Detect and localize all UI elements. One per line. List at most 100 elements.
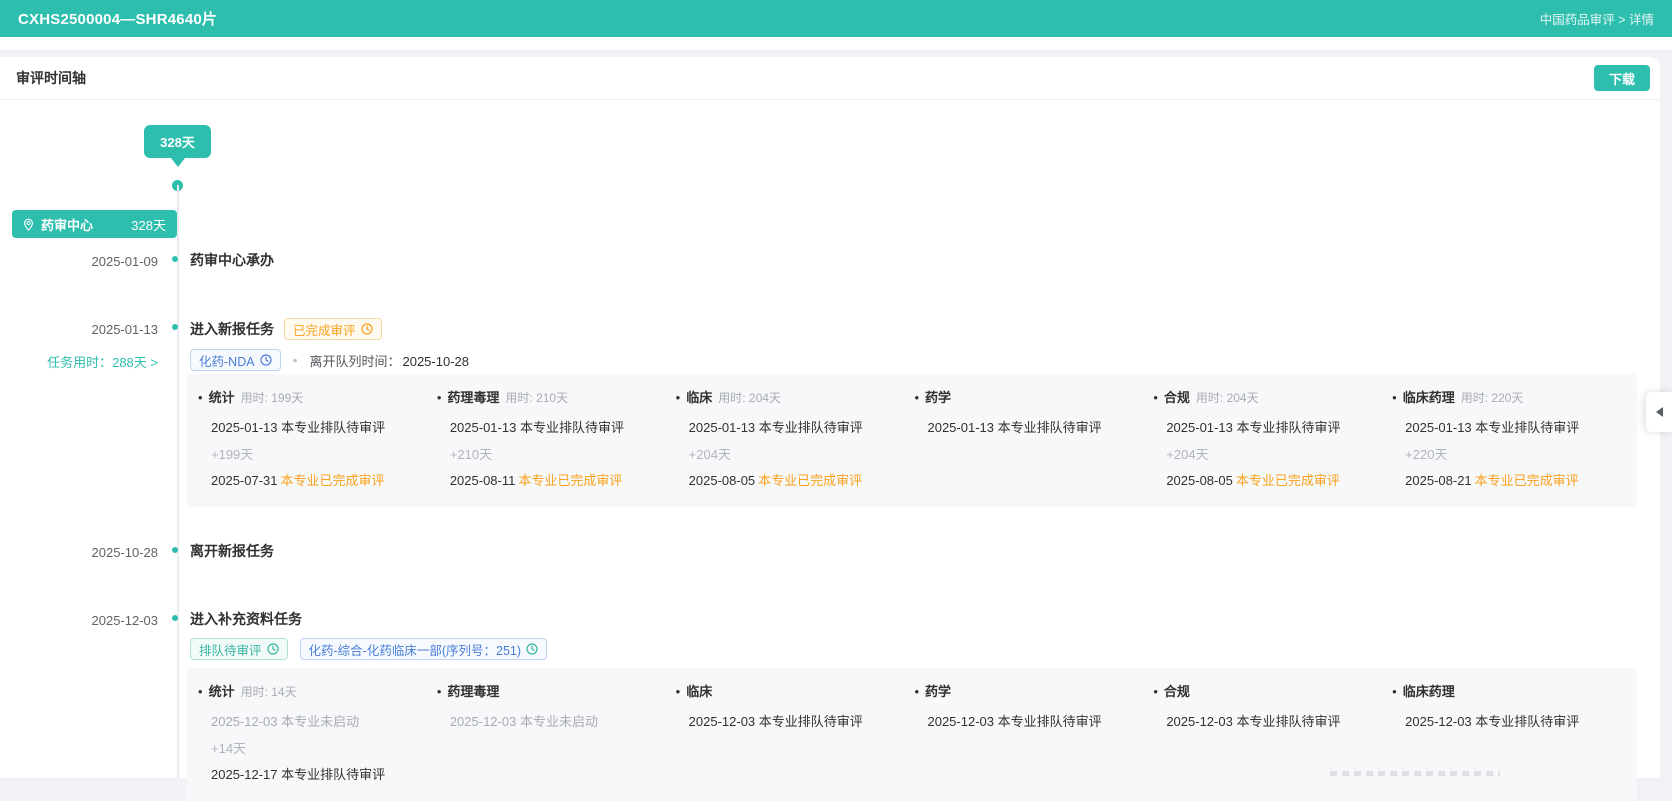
specialty-status: 2025-12-03 本专业排队待审评 [676,711,905,730]
specialty-header: 临床药理用时: 220天 [1392,387,1621,406]
location-pin-icon [23,218,34,231]
specialty-duration: 用时: 204天 [1196,389,1259,406]
specialty-header: 临床药理 [1392,681,1621,700]
specialty-column: 药理毒理用时: 210天 2025-01-13 本专业排队待审评 +210天 2… [437,387,676,497]
specialty-column: 药学 2025-12-03 本专业排队待审评 [914,681,1153,791]
department-tag-badge[interactable]: 化药-综合-化药临床一部(序列号：251) [300,638,548,660]
event-date: 2025-01-09 [0,254,158,269]
specialty-name: 合规 [1164,387,1190,406]
specialty-column: 临床用时: 204天 2025-01-13 本专业排队待审评 +204天 202… [676,387,915,497]
review-center-days: 328天 [131,215,166,234]
review-center-name: 药审中心 [41,215,93,234]
top-header-bar: CXHS2500004—SHR4640片 中国药品审评 > 详情 [0,0,1672,37]
panel-title: 审评时间轴 [16,68,86,88]
clock-icon [267,643,279,655]
download-button[interactable]: 下载 [1594,65,1650,91]
specialty-grid: 统计用时: 14天 2025-12-03 本专业未启动 +14天 2025-12… [186,668,1637,801]
leave-queue-time: 离开队列时间：2025-10-28 [309,351,469,370]
status-badge-completed[interactable]: 已完成审评 [284,318,382,340]
breadcrumb[interactable]: 中国药品审评 > 详情 [1540,9,1654,28]
specialty-status-done: 2025-07-31本专业已完成审评 [198,470,427,489]
event-node-icon [172,256,178,262]
specialty-column: 药学 2025-01-13 本专业排队待审评 [914,387,1153,497]
event-node-icon [172,615,178,621]
specialty-header: 合规用时: 204天 [1153,387,1382,406]
queue-status-badge[interactable]: 排队待审评 [190,638,288,660]
collapse-panel-tab[interactable] [1646,392,1672,432]
specialty-column: 临床 2025-12-03 本专业排队待审评 [676,681,915,791]
panel-toolbar: 审评时间轴 下载 [0,57,1660,100]
specialty-duration: 用时: 204天 [718,389,781,406]
specialty-status: 2025-12-17 本专业排队待审评 [198,764,427,783]
specialty-status-done: 2025-08-21本专业已完成审评 [1392,470,1621,489]
specialty-name: 药学 [925,681,951,700]
specialty-status: 2025-01-13 本专业排队待审评 [676,417,905,436]
event-tags-row: 排队待审评 化药-综合-化药临床一部(序列号：251) [190,638,547,660]
specialty-name: 药理毒理 [447,387,499,406]
dot-separator-icon [293,352,298,368]
timeline-line [177,185,179,778]
specialty-column: 临床药理用时: 220天 2025-01-13 本专业排队待审评 +220天 2… [1392,387,1631,497]
specialty-status: 2025-01-13 本专业排队待审评 [1153,417,1382,436]
specialty-name: 临床 [686,387,712,406]
clock-icon [260,354,272,366]
specialty-delta-days: +204天 [676,444,905,463]
specialty-status: 2025-01-13 本专业排队待审评 [198,417,427,436]
specialty-header: 临床用时: 204天 [676,387,905,406]
review-center-badge: 药审中心 328天 [12,210,177,238]
specialty-header: 药理毒理用时: 210天 [437,387,666,406]
specialty-delta-days: +210天 [437,444,666,463]
specialty-header: 药学 [914,387,1143,406]
specialty-status: 2025-01-13 本专业排队待审评 [1392,417,1621,436]
specialty-status: 2025-12-03 本专业排队待审评 [1153,711,1382,730]
specialty-header: 临床 [676,681,905,700]
specialty-status: 2025-01-13 本专业排队待审评 [437,417,666,436]
event-title: 进入补充资料任务 [190,609,302,629]
specialty-duration: 用时: 14天 [241,683,297,700]
specialty-status: 2025-12-03 本专业未启动 [198,711,427,730]
specialty-name: 合规 [1164,681,1190,700]
watermark [1330,771,1500,776]
total-days-bubble: 328天 [144,125,211,158]
event-node-icon [172,547,178,553]
specialty-duration: 用时: 210天 [505,389,568,406]
event-node-icon [172,324,178,330]
specialty-delta-days: +204天 [1153,444,1382,463]
clock-icon [361,323,373,335]
specialty-duration: 用时: 220天 [1461,389,1524,406]
specialty-name: 临床 [686,681,712,700]
event-date: 2025-01-13 [0,322,158,337]
specialty-duration: 用时: 199天 [241,389,304,406]
specialty-delta-days: +14天 [198,738,427,757]
specialty-status-done: 2025-08-05本专业已完成审评 [1153,470,1382,489]
specialty-header: 药学 [914,681,1143,700]
collapse-left-arrow-icon [1656,407,1663,417]
type-tag-badge[interactable]: 化药-NDA [190,349,281,371]
specialty-column: 统计用时: 199天 2025-01-13 本专业排队待审评 +199天 202… [198,387,437,497]
specialty-status: 2025-12-03 本专业排队待审评 [1392,711,1621,730]
event-tags-row: 化药-NDA 离开队列时间：2025-10-28 [190,349,469,371]
specialty-name: 统计 [209,681,235,700]
specialty-name: 统计 [209,387,235,406]
event-title: 进入新报任务 [190,319,274,339]
event-title: 离开新报任务 [190,541,274,561]
header-sub-strip [0,37,1672,50]
task-duration-link[interactable]: 任务用时：288天 > [0,352,158,371]
event-date: 2025-12-03 [0,613,158,628]
specialty-column: 合规用时: 204天 2025-01-13 本专业排队待审评 +204天 202… [1153,387,1392,497]
specialty-status: 2025-12-03 本专业排队待审评 [914,711,1143,730]
specialty-header: 合规 [1153,681,1382,700]
timeline-panel: 审评时间轴 下载 328天 药审中心 328天 2025-01-09 药审中心承… [0,57,1660,778]
specialty-status: 2025-01-13 本专业排队待审评 [914,417,1143,436]
specialty-header: 药理毒理 [437,681,666,700]
specialty-name: 临床药理 [1403,387,1455,406]
specialty-delta-days: +220天 [1392,444,1621,463]
specialty-column: 统计用时: 14天 2025-12-03 本专业未启动 +14天 2025-12… [198,681,437,791]
event-date: 2025-10-28 [0,545,158,560]
page-title: CXHS2500004—SHR4640片 [18,8,217,29]
specialty-grid: 统计用时: 199天 2025-01-13 本专业排队待审评 +199天 202… [186,374,1637,507]
specialty-column: 药理毒理 2025-12-03 本专业未启动 [437,681,676,791]
specialty-delta-days: +199天 [198,444,427,463]
clock-icon [526,643,538,655]
event-title: 药审中心承办 [190,250,274,270]
